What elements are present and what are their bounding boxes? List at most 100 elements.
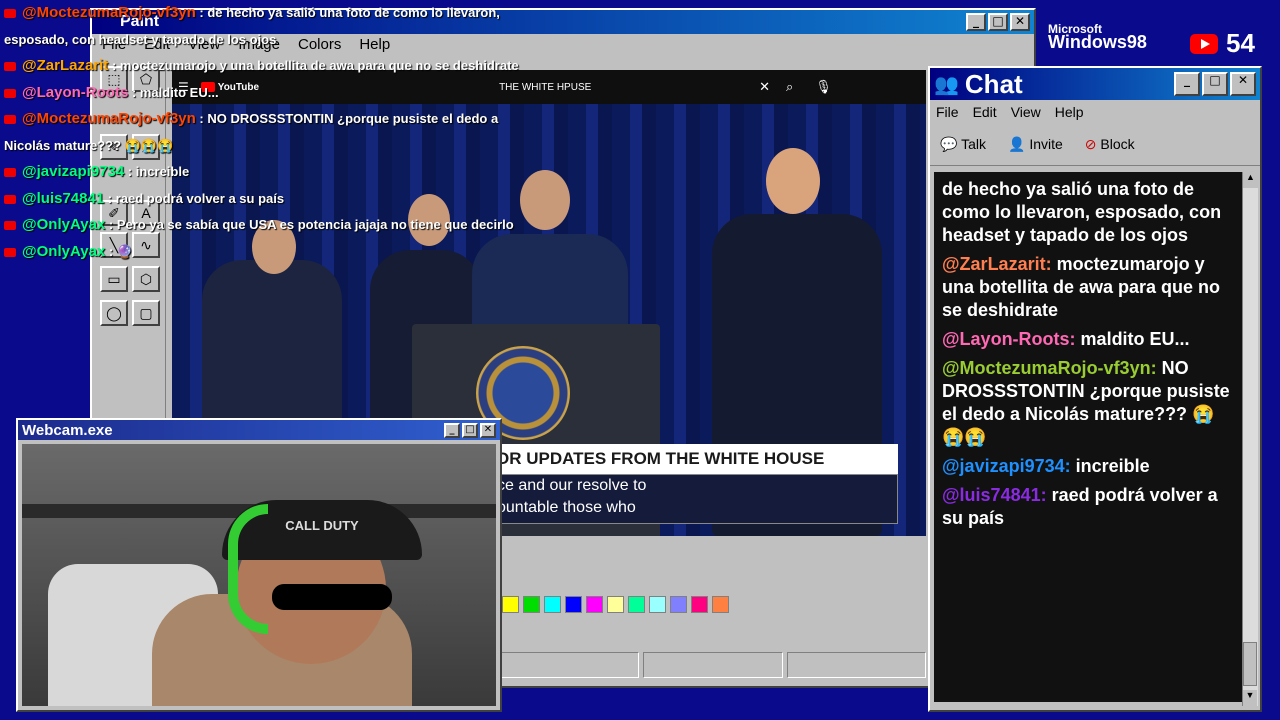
palette-swatch[interactable] (607, 596, 624, 613)
microphone-icon[interactable]: 🎙 (815, 79, 832, 95)
chat-username: @MoctezumaRojo-vf3yn: (942, 358, 1162, 378)
palette-swatch[interactable] (670, 596, 687, 613)
youtube-icon (4, 115, 16, 125)
overlay-chat-user: @ZarLazarit (22, 57, 109, 74)
overlay-chat-row: @ZarLazarit : moctezumarojo y una botell… (0, 53, 540, 80)
overlay-chat-user: @MoctezumaRojo-vf3yn (22, 110, 196, 127)
chat-text: de hecho ya salió una foto de como lo ll… (942, 179, 1222, 245)
chat-maximize-button[interactable]: □ (1202, 72, 1228, 96)
status-cell-3 (786, 652, 926, 678)
youtube-icon (4, 194, 16, 204)
webcam-minimize-button[interactable]: _ (444, 422, 460, 438)
block-icon: ⊘ (1084, 136, 1097, 152)
overlay-chat-text: : Pero ya se sabía que USA es potencia j… (105, 217, 514, 232)
scroll-up-icon[interactable]: ▲ (1243, 172, 1258, 188)
overlay-chat-row: esposado, con headset y tapado de los oj… (0, 27, 540, 54)
windows98-label: Windows98 (1048, 32, 1147, 52)
windows98-logo: Microsoft Windows98 (1048, 22, 1147, 53)
palette-swatch[interactable] (544, 596, 561, 613)
overlay-chat-row: @OnlyAyax : Pero ya se sabía que USA es … (0, 212, 540, 239)
scroll-down-icon[interactable]: ▼ (1243, 690, 1257, 706)
caption-line-1: ce and our resolve to (497, 477, 647, 494)
overlay-chat-row: Nicolás mature??? 😭😭😭 (0, 133, 540, 160)
webcam-window: Webcam.exe _ □ ✕ CALL DUTY (16, 418, 502, 712)
chat-menubar: File Edit View Help (930, 100, 1260, 124)
caption-line-2: ountable those who (497, 499, 636, 516)
close-button[interactable]: ✕ (1010, 13, 1030, 31)
webcam-titlebar: Webcam.exe _ □ ✕ (18, 420, 500, 440)
clear-search-icon[interactable]: ✕ (759, 79, 770, 95)
ellipse-icon[interactable]: ◯ (100, 300, 128, 326)
status-cell-2 (643, 652, 783, 678)
caption-box: ce and our resolve to ountable those who (492, 474, 898, 524)
scroll-thumb[interactable] (1243, 642, 1257, 686)
minimize-button[interactable]: _ (966, 13, 986, 31)
talk-icon: 💬 (940, 136, 958, 152)
palette-swatch[interactable] (523, 596, 540, 613)
overlay-chat-text: : 🔮 (105, 243, 134, 259)
palette-swatch[interactable] (712, 596, 729, 613)
overlay-chat-row: @javizapi9734 : increible (0, 159, 540, 186)
youtube-icon (4, 221, 16, 231)
invite-button[interactable]: 👤 Invite (1008, 136, 1063, 153)
search-icon[interactable]: ⌕ (786, 79, 793, 95)
overlay-chat-user: @javizapi9734 (22, 163, 125, 180)
polygon-icon[interactable]: ⬡ (132, 266, 160, 292)
invite-icon: 👤 (1007, 136, 1026, 152)
palette-swatch[interactable] (649, 596, 666, 613)
palette-swatch[interactable] (691, 596, 708, 613)
palette-swatch[interactable] (502, 596, 519, 613)
chat-scrollbar[interactable]: ▲ ▼ (1242, 172, 1258, 706)
chat-messages: de hecho ya salió una foto de como lo ll… (934, 172, 1242, 702)
palette-swatch[interactable] (565, 596, 582, 613)
overlay-chat-user: @MoctezumaRojo-vf3yn (22, 4, 196, 21)
chat-people-icon: 👥 (934, 73, 959, 96)
chat-username: @ZarLazarit: (942, 254, 1057, 274)
color-palette (502, 596, 733, 618)
overlay-chat: @MoctezumaRojo-vf3yn : de hecho ya salió… (0, 0, 540, 265)
overlay-chat-text: Nicolás mature??? 😭😭😭 (4, 137, 174, 153)
youtube-icon (4, 88, 16, 98)
chat-titlebar: 👥 Chat _ □ ✕ (930, 68, 1260, 100)
maximize-button[interactable]: □ (988, 13, 1008, 31)
overlay-chat-text: : moctezumarojo y una botellita de awa p… (108, 58, 519, 73)
chat-minimize-button[interactable]: _ (1174, 72, 1200, 96)
youtube-icon (4, 168, 16, 178)
overlay-chat-row: @luis74841 : raed podrá volver a su país (0, 186, 540, 213)
viewer-count: 54 (1226, 28, 1255, 58)
chat-close-button[interactable]: ✕ (1230, 72, 1256, 96)
palette-swatch[interactable] (628, 596, 645, 613)
overlay-chat-row: @MoctezumaRojo-vf3yn : NO DROSSSTONTIN ¿… (0, 106, 540, 133)
chat-message: @MoctezumaRojo-vf3yn: NO DROSSSTONTIN ¿p… (942, 357, 1234, 449)
webcam-close-button[interactable]: ✕ (480, 422, 496, 438)
headset-icon (228, 504, 268, 634)
chat-title: Chat (964, 68, 1023, 99)
chat-username: @luis74841: (942, 485, 1052, 505)
chat-menu-edit[interactable]: Edit (973, 104, 997, 120)
chat-menu-view[interactable]: View (1011, 104, 1041, 120)
chat-message: @javizapi9734: increible (942, 455, 1234, 478)
block-button[interactable]: ⊘ Block (1085, 136, 1135, 153)
chat-text: maldito EU... (1080, 329, 1190, 349)
webcam-title: Webcam.exe (22, 421, 113, 439)
overlay-chat-text: esposado, con headset y tapado de los oj… (4, 31, 277, 47)
chat-toolbar: 💬 Talk 👤 Invite ⊘ Block (930, 124, 1260, 166)
webcam-maximize-button[interactable]: □ (462, 422, 478, 438)
chat-menu-help[interactable]: Help (1055, 104, 1084, 120)
chat-message: @ZarLazarit: moctezumarojo y una botelli… (942, 253, 1234, 322)
block-label: Block (1100, 136, 1135, 152)
overlay-chat-text: : raed podrá volver a su país (104, 190, 285, 206)
chat-message: @Layon-Roots: maldito EU... (942, 328, 1234, 351)
chat-menu-file[interactable]: File (936, 104, 959, 120)
status-cell-1 (500, 652, 640, 678)
chat-message: @luis74841: raed podrá volver a su país (942, 484, 1234, 530)
talk-button[interactable]: 💬 Talk (940, 136, 986, 153)
overlay-chat-text: : increible (124, 164, 190, 179)
overlay-chat-user: @OnlyAyax (22, 242, 106, 260)
rounded-rect-icon[interactable]: ▢ (132, 300, 160, 326)
overlay-chat-user: @luis74841 (22, 189, 105, 207)
overlay-chat-user: @OnlyAyax (22, 216, 106, 233)
rectangle-icon[interactable]: ▭ (100, 266, 128, 292)
palette-swatch[interactable] (586, 596, 603, 613)
talk-label: Talk (961, 136, 986, 152)
